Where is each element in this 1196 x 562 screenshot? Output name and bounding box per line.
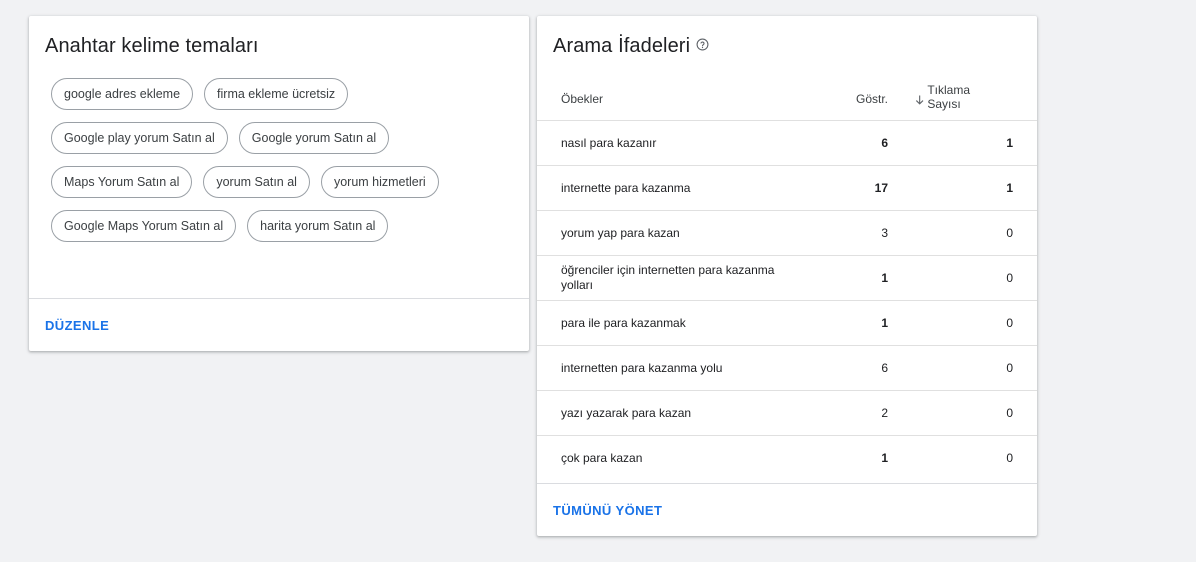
keyword-theme-chip[interactable]: yorum Satın al <box>203 166 310 198</box>
search-term-name: yazı yazarak para kazan <box>561 405 692 420</box>
keyword-theme-chip[interactable]: harita yorum Satın al <box>247 210 389 242</box>
search-term-clicks: 0 <box>1006 271 1013 285</box>
search-terms-title: Arama İfadeleri <box>553 35 709 58</box>
keyword-theme-chip[interactable]: yorum hizmetleri <box>320 166 439 198</box>
search-term-impressions: 17 <box>874 181 888 195</box>
search-term-clicks: 1 <box>1006 136 1013 150</box>
search-term-clicks: 0 <box>1006 361 1013 375</box>
column-header-clicks-label: Tıklama Sayısı <box>927 83 971 111</box>
divider <box>537 483 1037 484</box>
search-term-clicks: 1 <box>1006 181 1013 195</box>
search-term-impressions: 3 <box>881 226 888 240</box>
search-terms-title-text: Arama İfadeleri <box>553 35 691 57</box>
table-row[interactable]: internetten para kazanma yolu 6 0 <box>537 345 1037 390</box>
table-row[interactable]: yazı yazarak para kazan 2 0 <box>537 390 1037 435</box>
search-term-impressions: 1 <box>881 316 888 330</box>
keyword-themes-title: Anahtar kelime temaları <box>45 35 259 57</box>
table-row[interactable]: para ile para kazanmak 1 0 <box>537 300 1037 345</box>
search-term-clicks: 0 <box>1006 451 1013 465</box>
column-header-terms: Öbekler <box>561 92 604 106</box>
column-header-impressions[interactable]: Göstr. <box>856 92 888 106</box>
search-term-impressions: 2 <box>881 406 888 420</box>
keyword-theme-chip[interactable]: Maps Yorum Satın al <box>51 166 193 198</box>
divider <box>29 298 529 299</box>
search-terms-card: Arama İfadeleri Öbekler Göstr. Tıklama S… <box>537 16 1037 536</box>
keyword-theme-chip[interactable]: firma ekleme ücretsiz <box>204 78 349 110</box>
keyword-theme-chip[interactable]: google adres ekleme <box>51 78 194 110</box>
search-term-name: internette para kazanma <box>561 180 691 195</box>
search-term-name: çok para kazan <box>561 450 643 465</box>
arrow-down-icon <box>915 95 924 105</box>
table-header: Öbekler Göstr. Tıklama Sayısı <box>537 80 1037 120</box>
keyword-theme-chip[interactable]: Google play yorum Satın al <box>51 122 228 154</box>
manage-all-button[interactable]: TÜMÜNÜ YÖNET <box>553 503 662 518</box>
search-term-clicks: 0 <box>1006 316 1013 330</box>
search-term-name: internetten para kazanma yolu <box>561 360 723 375</box>
table-row[interactable]: öğrenciler için internetten para kazanma… <box>537 255 1037 300</box>
edit-button[interactable]: DÜZENLE <box>45 318 109 333</box>
table-row[interactable]: yorum yap para kazan 3 0 <box>537 210 1037 255</box>
search-term-name: öğrenciler için internetten para kazanma… <box>561 263 775 292</box>
search-term-impressions: 6 <box>881 136 888 150</box>
search-term-impressions: 1 <box>881 451 888 465</box>
column-header-clicks[interactable]: Tıklama Sayısı <box>913 83 1003 111</box>
keyword-theme-chip[interactable]: Google Maps Yorum Satın al <box>51 210 237 242</box>
table-row[interactable]: çok para kazan 1 0 <box>537 435 1037 480</box>
search-term-name: nasıl para kazanır <box>561 135 657 150</box>
search-term-clicks: 0 <box>1006 226 1013 240</box>
help-circle-icon[interactable] <box>696 38 709 51</box>
keyword-theme-chip[interactable]: Google yorum Satın al <box>238 122 390 154</box>
search-term-clicks: 0 <box>1006 406 1013 420</box>
search-term-impressions: 1 <box>881 271 888 285</box>
table-row[interactable]: internette para kazanma 17 1 <box>537 165 1037 210</box>
search-term-name: para ile para kazanmak <box>561 315 686 330</box>
search-term-name: yorum yap para kazan <box>561 225 680 240</box>
keyword-theme-chips: google adres ekleme firma ekleme ücretsiz… <box>51 78 511 242</box>
table-row[interactable]: nasıl para kazanır 6 1 <box>537 120 1037 165</box>
keyword-themes-card: Anahtar kelime temaları google adres ekl… <box>29 16 529 351</box>
search-term-impressions: 6 <box>881 361 888 375</box>
